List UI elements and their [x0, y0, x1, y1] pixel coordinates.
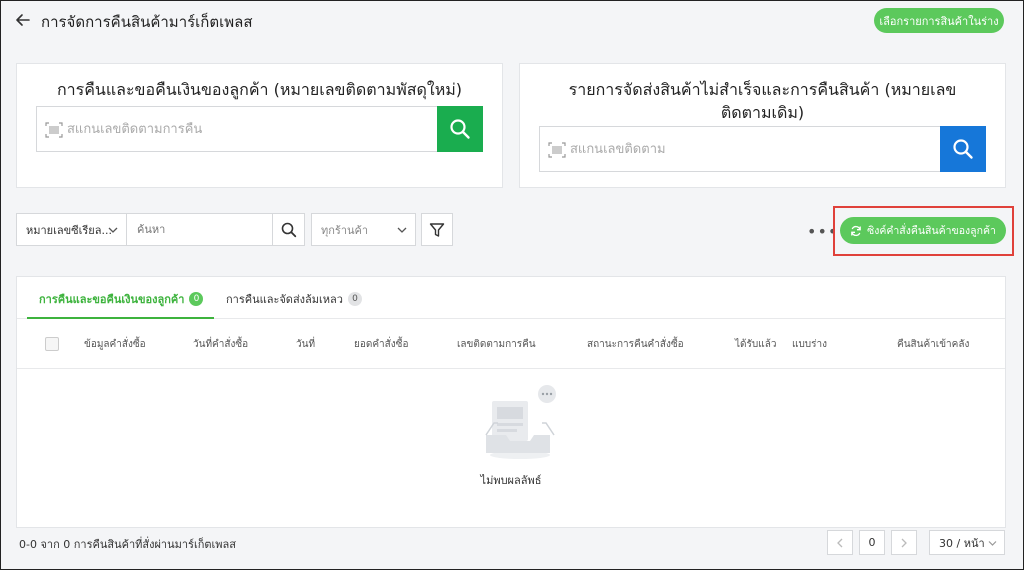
tab-label: การคืนและจัดส่งล้มเหลว — [226, 293, 343, 306]
filter-funnel-icon — [429, 222, 445, 237]
page-size-value: 30 / หน้า — [939, 536, 985, 550]
tracking-scan-input[interactable] — [570, 127, 930, 171]
tab-bar: การคืนและขอคืนเงินของลูกค้า 0 การคืนและจ… — [17, 277, 1005, 319]
tab-count-badge: 0 — [189, 292, 204, 306]
select-draft-items-button[interactable]: เลือกรายการสินค้าในร่าง — [874, 8, 1004, 33]
barcode-scan-icon — [548, 142, 566, 158]
pagination-summary: 0-0 จาก 0 การคืนสินค้าที่สั่งผ่านมาร์เก็… — [19, 538, 236, 551]
tracking-scan-field[interactable] — [539, 126, 941, 172]
sync-customer-returns-button[interactable]: ซิงค์คำสั่งคืนสินค้าของลูกค้า — [840, 217, 1006, 244]
shop-select-value: ทุกร้านค้า — [321, 223, 369, 237]
chevron-down-icon — [397, 227, 407, 233]
shop-select[interactable]: ทุกร้านค้า — [311, 213, 416, 246]
tracking-search-button[interactable] — [940, 126, 986, 172]
filter-button[interactable] — [421, 213, 453, 246]
page-title: การจัดการคืนสินค้ามาร์เก็ตเพลส — [41, 13, 253, 31]
search-type-select[interactable]: หมายเลขซีเรียล... — [16, 213, 127, 246]
tab-count-badge: 0 — [347, 292, 362, 306]
column-date: วันที่ — [296, 339, 316, 350]
select-all-checkbox[interactable] — [45, 337, 59, 351]
failed-delivery-card: รายการจัดส่งสินค้าไม่สำเร็จและการคืนสินค… — [519, 63, 1006, 188]
failed-delivery-title: รายการจัดส่งสินค้าไม่สำเร็จและการคืนสินค… — [568, 80, 957, 122]
column-draft: แบบร่าง — [792, 339, 828, 350]
return-search-button[interactable] — [437, 106, 483, 152]
prev-page-button[interactable] — [827, 530, 853, 555]
customer-return-card: การคืนและขอคืนเงินของลูกค้า (หมายเลขติดต… — [16, 63, 503, 188]
next-page-button[interactable] — [891, 530, 917, 555]
return-scan-field[interactable] — [36, 106, 438, 152]
tab-failed-delivery[interactable]: การคืนและจัดส่งล้มเหลว 0 — [226, 290, 362, 308]
page-size-select[interactable]: 30 / หน้า — [929, 530, 1005, 555]
search-icon — [281, 222, 296, 237]
keyword-search-input[interactable] — [126, 213, 273, 246]
top-bar: การจัดการคืนสินค้ามาร์เก็ตเพลส เลือกรายก… — [1, 1, 1023, 39]
returns-table-card: การคืนและขอคืนเงินของลูกค้า 0 การคืนและจ… — [16, 276, 1006, 528]
column-return-to-warehouse: คืนสินค้าเข้าคลัง — [897, 339, 970, 350]
back-arrow-icon[interactable] — [15, 12, 31, 28]
search-icon — [450, 119, 470, 139]
search-type-value: หมายเลขซีเรียล... — [26, 223, 112, 237]
keyword-search-button[interactable] — [272, 213, 305, 246]
return-scan-input[interactable] — [67, 107, 427, 151]
empty-state-text: ไม่พบผลลัพธ์ — [480, 474, 542, 487]
search-icon — [953, 139, 973, 159]
page-number[interactable]: 0 — [859, 530, 885, 555]
column-return-tracking: เลขติดตามการคืน — [457, 339, 536, 350]
customer-return-title: การคืนและขอคืนเงินของลูกค้า (หมายเลขติดต… — [56, 80, 463, 99]
sync-icon — [851, 225, 861, 236]
column-order-amount: ยอดคำสั่งซื้อ — [354, 339, 409, 350]
chevron-down-icon — [988, 541, 997, 546]
sync-button-label: ซิงค์คำสั่งคืนสินค้าของลูกค้า — [867, 225, 996, 237]
column-order-date: วันที่คำสั่งซื้อ — [193, 339, 249, 350]
tab-label: การคืนและขอคืนเงินของลูกค้า — [39, 293, 185, 306]
tab-customer-returns[interactable]: การคืนและขอคืนเงินของลูกค้า 0 — [39, 290, 204, 308]
column-order-info: ข้อมูลคำสั่งซื้อ — [84, 339, 146, 350]
column-return-status: สถานะการคืนคำสั่งซื้อ — [587, 339, 684, 350]
chevron-right-icon — [901, 538, 907, 547]
chevron-down-icon — [108, 227, 118, 233]
chevron-left-icon — [837, 538, 843, 547]
barcode-scan-icon — [45, 122, 63, 138]
empty-inbox-icon — [485, 385, 556, 459]
column-received: ได้รับแล้ว — [735, 339, 777, 350]
table-header: ข้อมูลคำสั่งซื้อ วันที่คำสั่งซื้อ วันที่… — [17, 319, 1005, 369]
